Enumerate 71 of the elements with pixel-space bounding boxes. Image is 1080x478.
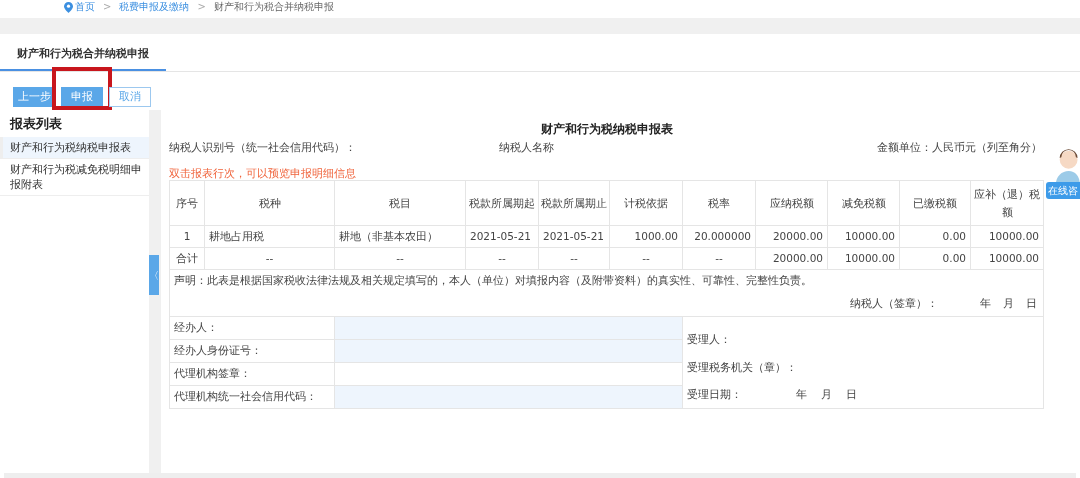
date-unit: 日 bbox=[846, 387, 857, 403]
field-label: 受理人： bbox=[687, 331, 732, 347]
action-button[interactable]: 申报 bbox=[61, 87, 103, 108]
table-cell: -- bbox=[334, 247, 466, 270]
column-header: 应补（退）税额 bbox=[970, 180, 1044, 226]
table-cell: -- bbox=[538, 247, 610, 270]
table-cell: 0.00 bbox=[899, 225, 971, 248]
field-label: 经办人： bbox=[169, 316, 335, 340]
field-label: 纳税人识别号（统一社会信用代码）： bbox=[169, 140, 357, 155]
tab[interactable]: 财产和行为税合并纳税申报 bbox=[0, 40, 166, 71]
table-cell: 20000.00 bbox=[755, 225, 828, 248]
column-header: 税款所属期起 bbox=[465, 180, 539, 226]
table-cell: -- bbox=[609, 247, 683, 270]
table-cell: 耕地（非基本农田） bbox=[334, 225, 466, 248]
column-header: 已缴税额 bbox=[899, 180, 971, 226]
column-header: 税率 bbox=[682, 180, 756, 226]
breadcrumb-separator: > bbox=[103, 1, 112, 13]
column-header: 应纳税额 bbox=[755, 180, 828, 226]
location-pin-icon bbox=[64, 1, 73, 13]
table-cell: 合计 bbox=[169, 247, 205, 270]
column-header: 税种 bbox=[204, 180, 335, 226]
table-cell: 10000.00 bbox=[970, 225, 1044, 248]
table-cell: 2021-05-21 bbox=[465, 225, 539, 248]
column-header: 计税依据 bbox=[609, 180, 683, 226]
table-cell: -- bbox=[204, 247, 335, 270]
field-label: 纳税人名称 bbox=[499, 140, 555, 155]
field-label: 代理机构签章： bbox=[169, 362, 335, 386]
action-button[interactable]: 上一步 bbox=[13, 87, 55, 108]
table-cell: 0.00 bbox=[899, 247, 971, 270]
breadcrumb-separator: > bbox=[197, 1, 206, 13]
column-header: 减免税额 bbox=[827, 180, 900, 226]
unit-note: 金额单位：人民币元（列至角分） bbox=[877, 140, 1042, 155]
table-cell: -- bbox=[682, 247, 756, 270]
breadcrumb-link[interactable]: 税费申报及缴纳 bbox=[119, 1, 190, 13]
input-field[interactable] bbox=[334, 316, 683, 340]
date-unit: 月 bbox=[821, 387, 832, 403]
table-cell: 1000.00 bbox=[609, 225, 683, 248]
column-header: 税款所属期止 bbox=[538, 180, 610, 226]
hint-text: 双击报表行次，可以预览申报明细信息 bbox=[169, 167, 356, 179]
input-field[interactable] bbox=[334, 362, 683, 386]
table-cell: 20000.00 bbox=[755, 247, 828, 270]
field-label: 代理机构统一社会信用代码： bbox=[169, 385, 335, 409]
date-unit: 月 bbox=[1003, 295, 1014, 311]
sidebar-item[interactable]: 财产和行为税纳税申报表 bbox=[0, 136, 150, 159]
collapse-handle[interactable]: 〈 bbox=[149, 255, 160, 295]
signature-label: 纳税人（签章）： bbox=[850, 295, 938, 311]
field-label: 经办人身份证号： bbox=[169, 339, 335, 363]
table-cell: 10000.00 bbox=[970, 247, 1044, 270]
input-field[interactable] bbox=[334, 385, 683, 409]
breadcrumb-link[interactable]: 首页 bbox=[75, 1, 95, 13]
sidebar-title: 报表列表 bbox=[8, 115, 63, 133]
table-cell: 耕地占用税 bbox=[204, 225, 335, 248]
table-cell: -- bbox=[465, 247, 539, 270]
field-label: 受理日期： bbox=[687, 387, 742, 403]
breadcrumb-current: 财产和行为税合并纳税申报 bbox=[213, 1, 334, 13]
table-cell: 10000.00 bbox=[827, 247, 900, 270]
statement-text: 声明：此表是根据国家税收法律法规及相关规定填写的，本人（单位）对填报内容（及附带资料）的真实性、可靠性、完整性负责。 bbox=[174, 273, 813, 288]
table-cell: 20.000000 bbox=[682, 225, 756, 248]
date-unit: 日 bbox=[1026, 295, 1037, 311]
column-header: 序号 bbox=[169, 180, 205, 226]
table-cell: 2021-05-21 bbox=[538, 225, 610, 248]
date-unit: 年 bbox=[796, 387, 807, 403]
chat-button[interactable]: 在线咨 bbox=[1046, 182, 1080, 199]
input-field[interactable] bbox=[334, 339, 683, 363]
table-cell: 1 bbox=[169, 225, 205, 248]
form-title: 财产和行为税纳税申报表 bbox=[539, 121, 674, 138]
action-button[interactable]: 取消 bbox=[109, 87, 151, 108]
column-header: 税目 bbox=[334, 180, 466, 226]
table-cell: 10000.00 bbox=[827, 225, 900, 248]
date-unit: 年 bbox=[980, 295, 991, 311]
field-label: 受理税务机关（章）： bbox=[687, 359, 798, 375]
